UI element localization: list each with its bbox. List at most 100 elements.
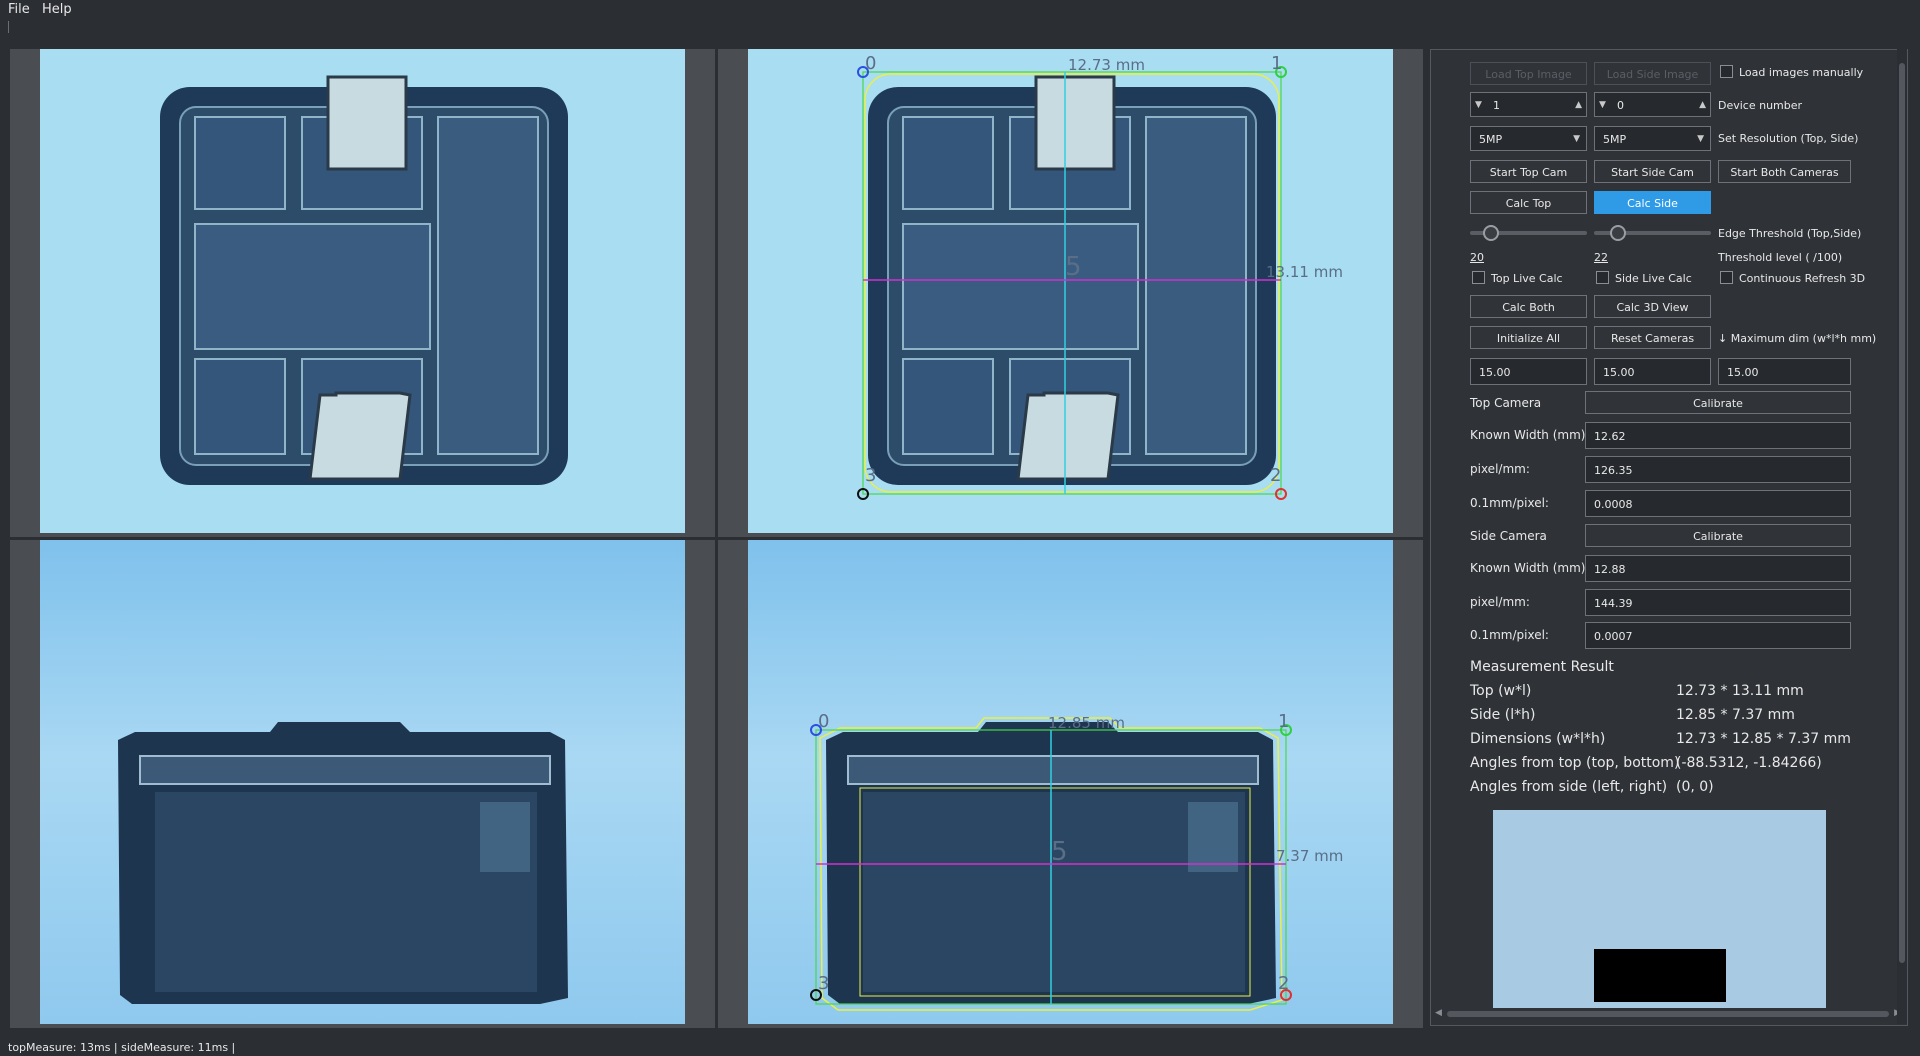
start-side-cam-button[interactable]: Start Side Cam [1594, 160, 1711, 183]
set-resolution-label: Set Resolution (Top, Side) [1718, 132, 1859, 145]
side-corner-label-3: 3 [818, 973, 830, 994]
continuous-refresh-checkbox[interactable] [1720, 271, 1733, 284]
length-measure-label: 13.11 mm [1266, 263, 1343, 281]
top-mm-pixel-field[interactable]: 0.0008 [1585, 490, 1851, 517]
scroll-thumb[interactable] [1899, 63, 1905, 963]
result-label: Angles from top (top, bottom) [1470, 755, 1680, 771]
load-manually-label: Load images manually [1739, 66, 1864, 79]
center-label: 5 [1065, 252, 1082, 282]
chevron-down-icon: ▼ [1697, 134, 1704, 144]
side-live-calc-checkbox[interactable] [1596, 271, 1609, 284]
load-top-image-button[interactable]: Load Top Image [1470, 62, 1587, 85]
start-top-cam-button[interactable]: Start Top Cam [1470, 160, 1587, 183]
menu-help[interactable]: Help [42, 2, 72, 17]
result-label: Angles from side (left, right) [1470, 779, 1668, 795]
corner-label-0: 0 [865, 53, 877, 74]
top-live-calc-checkbox[interactable] [1472, 271, 1485, 284]
side-corner-label-1: 1 [1278, 711, 1290, 732]
device-side-value: 0 [1617, 99, 1624, 112]
top-known-width-label: Known Width (mm) [1470, 428, 1586, 442]
top-processed-image: 0 1 2 3 12.73 mm 13.11 mm 5 [748, 49, 1393, 533]
side-center-label: 5 [1051, 837, 1068, 867]
max-height-field[interactable]: 15.00 [1718, 358, 1851, 385]
initialize-all-button[interactable]: Initialize All [1470, 326, 1587, 349]
corner-label-2: 2 [1270, 465, 1282, 486]
toolbar-handle[interactable] [8, 21, 9, 33]
side-pixel-mm-field[interactable]: 144.39 [1585, 589, 1851, 616]
device-side-spinbox[interactable]: ▼ 0 ▲ [1594, 92, 1711, 117]
scroll-left-icon[interactable]: ◀ [1435, 1008, 1442, 1018]
status-bar: topMeasure: 13ms | sideMeasure: 11ms | [0, 1038, 1920, 1056]
result-value: 12.85 * 7.37 mm [1676, 707, 1795, 723]
menu-bar: File Help [0, 0, 1920, 20]
resolution-top-select[interactable]: 5MP ▼ [1470, 126, 1587, 151]
max-dim-label: ↓ Maximum dim (w*l*h mm) [1718, 332, 1877, 345]
threshold-side-value: 22 [1594, 251, 1608, 264]
side-corner-label-2: 2 [1278, 973, 1290, 994]
chevron-down-icon: ▼ [1573, 134, 1580, 144]
side-known-width-field[interactable]: 12.88 [1585, 555, 1851, 582]
result-label: Side (l*h) [1470, 707, 1536, 723]
status-text: topMeasure: 13ms | sideMeasure: 11ms | [8, 1041, 236, 1054]
resolution-side-select[interactable]: 5MP ▼ [1594, 126, 1711, 151]
calibrate-top-button[interactable]: Calibrate [1585, 391, 1851, 414]
measurement-result-title: Measurement Result [1470, 659, 1614, 675]
side-processed-pane: 0 1 2 3 12.85 mm 7.37 mm 5 [718, 540, 1423, 1028]
threshold-level-label: Threshold level ( /100) [1718, 251, 1843, 264]
vertical-scrollbar[interactable] [1897, 49, 1907, 1024]
3d-object [1594, 949, 1726, 1002]
side-live-calc-label: Side Live Calc [1615, 272, 1692, 285]
horizontal-scrollbar[interactable]: ◀ ▶ [1433, 1008, 1903, 1020]
max-width-field[interactable]: 15.00 [1470, 358, 1587, 385]
device-number-label: Device number [1718, 99, 1803, 112]
calc-top-button[interactable]: Calc Top [1470, 191, 1587, 214]
resolution-side-value: 5MP [1603, 133, 1627, 146]
result-label: Top (w*l) [1470, 683, 1532, 699]
menu-file[interactable]: File [8, 2, 30, 17]
top-mm-pixel-label: 0.1mm/pixel: [1470, 496, 1549, 510]
reset-cameras-button[interactable]: Reset Cameras [1594, 326, 1711, 349]
threshold-top-handle[interactable] [1483, 225, 1499, 241]
edge-threshold-label: Edge Threshold (Top,Side) [1718, 227, 1862, 240]
max-length-field[interactable]: 15.00 [1594, 358, 1711, 385]
side-mm-pixel-field[interactable]: 0.0007 [1585, 622, 1851, 649]
side-processed-image: 0 1 2 3 12.85 mm 7.37 mm 5 [748, 540, 1393, 1024]
corner-label-1: 1 [1271, 53, 1283, 74]
calc-side-button[interactable]: Calc Side [1594, 191, 1711, 214]
top-raw-image [40, 49, 685, 533]
side-camera-label: Side Camera [1470, 529, 1547, 543]
calibrate-side-button[interactable]: Calibrate [1585, 524, 1851, 547]
spin-down-icon[interactable]: ▼ [1475, 93, 1482, 118]
control-panel: Load Top Image Load Side Image Load imag… [1430, 49, 1908, 1026]
top-camera-label: Top Camera [1470, 396, 1542, 410]
side-height-measure-label: 7.37 mm [1276, 847, 1344, 865]
device-top-value: 1 [1493, 99, 1500, 112]
threshold-side-handle[interactable] [1610, 225, 1626, 241]
spin-up-icon[interactable]: ▲ [1575, 93, 1582, 118]
side-known-width-label: Known Width (mm) [1470, 561, 1586, 575]
load-side-image-button[interactable]: Load Side Image [1594, 62, 1711, 85]
top-live-calc-label: Top Live Calc [1491, 272, 1563, 285]
3d-preview[interactable] [1493, 810, 1826, 1012]
spin-down-icon[interactable]: ▼ [1599, 93, 1606, 118]
resolution-top-value: 5MP [1479, 133, 1503, 146]
result-label: Dimensions (w*l*h) [1470, 731, 1606, 747]
start-both-cameras-button[interactable]: Start Both Cameras [1718, 160, 1851, 183]
load-manually-checkbox[interactable] [1720, 65, 1733, 78]
corner-label-3: 3 [865, 465, 877, 486]
device-top-spinbox[interactable]: ▼ 1 ▲ [1470, 92, 1587, 117]
calc-both-button[interactable]: Calc Both [1470, 295, 1587, 318]
calc-3d-view-button[interactable]: Calc 3D View [1594, 295, 1711, 318]
result-value: 12.73 * 12.85 * 7.37 mm [1676, 731, 1851, 747]
side-raw-pane [10, 540, 715, 1028]
continuous-refresh-label: Continuous Refresh 3D [1739, 272, 1866, 285]
top-pixel-mm-field[interactable]: 126.35 [1585, 456, 1851, 483]
side-pixel-mm-label: pixel/mm: [1470, 595, 1530, 609]
side-width-measure-label: 12.85 mm [1048, 714, 1125, 732]
scroll-thumb[interactable] [1447, 1011, 1889, 1017]
threshold-top-value: 20 [1470, 251, 1484, 264]
spin-up-icon[interactable]: ▲ [1699, 93, 1706, 118]
top-known-width-field[interactable]: 12.62 [1585, 422, 1851, 449]
top-pixel-mm-label: pixel/mm: [1470, 462, 1530, 476]
width-measure-label: 12.73 mm [1068, 56, 1145, 74]
